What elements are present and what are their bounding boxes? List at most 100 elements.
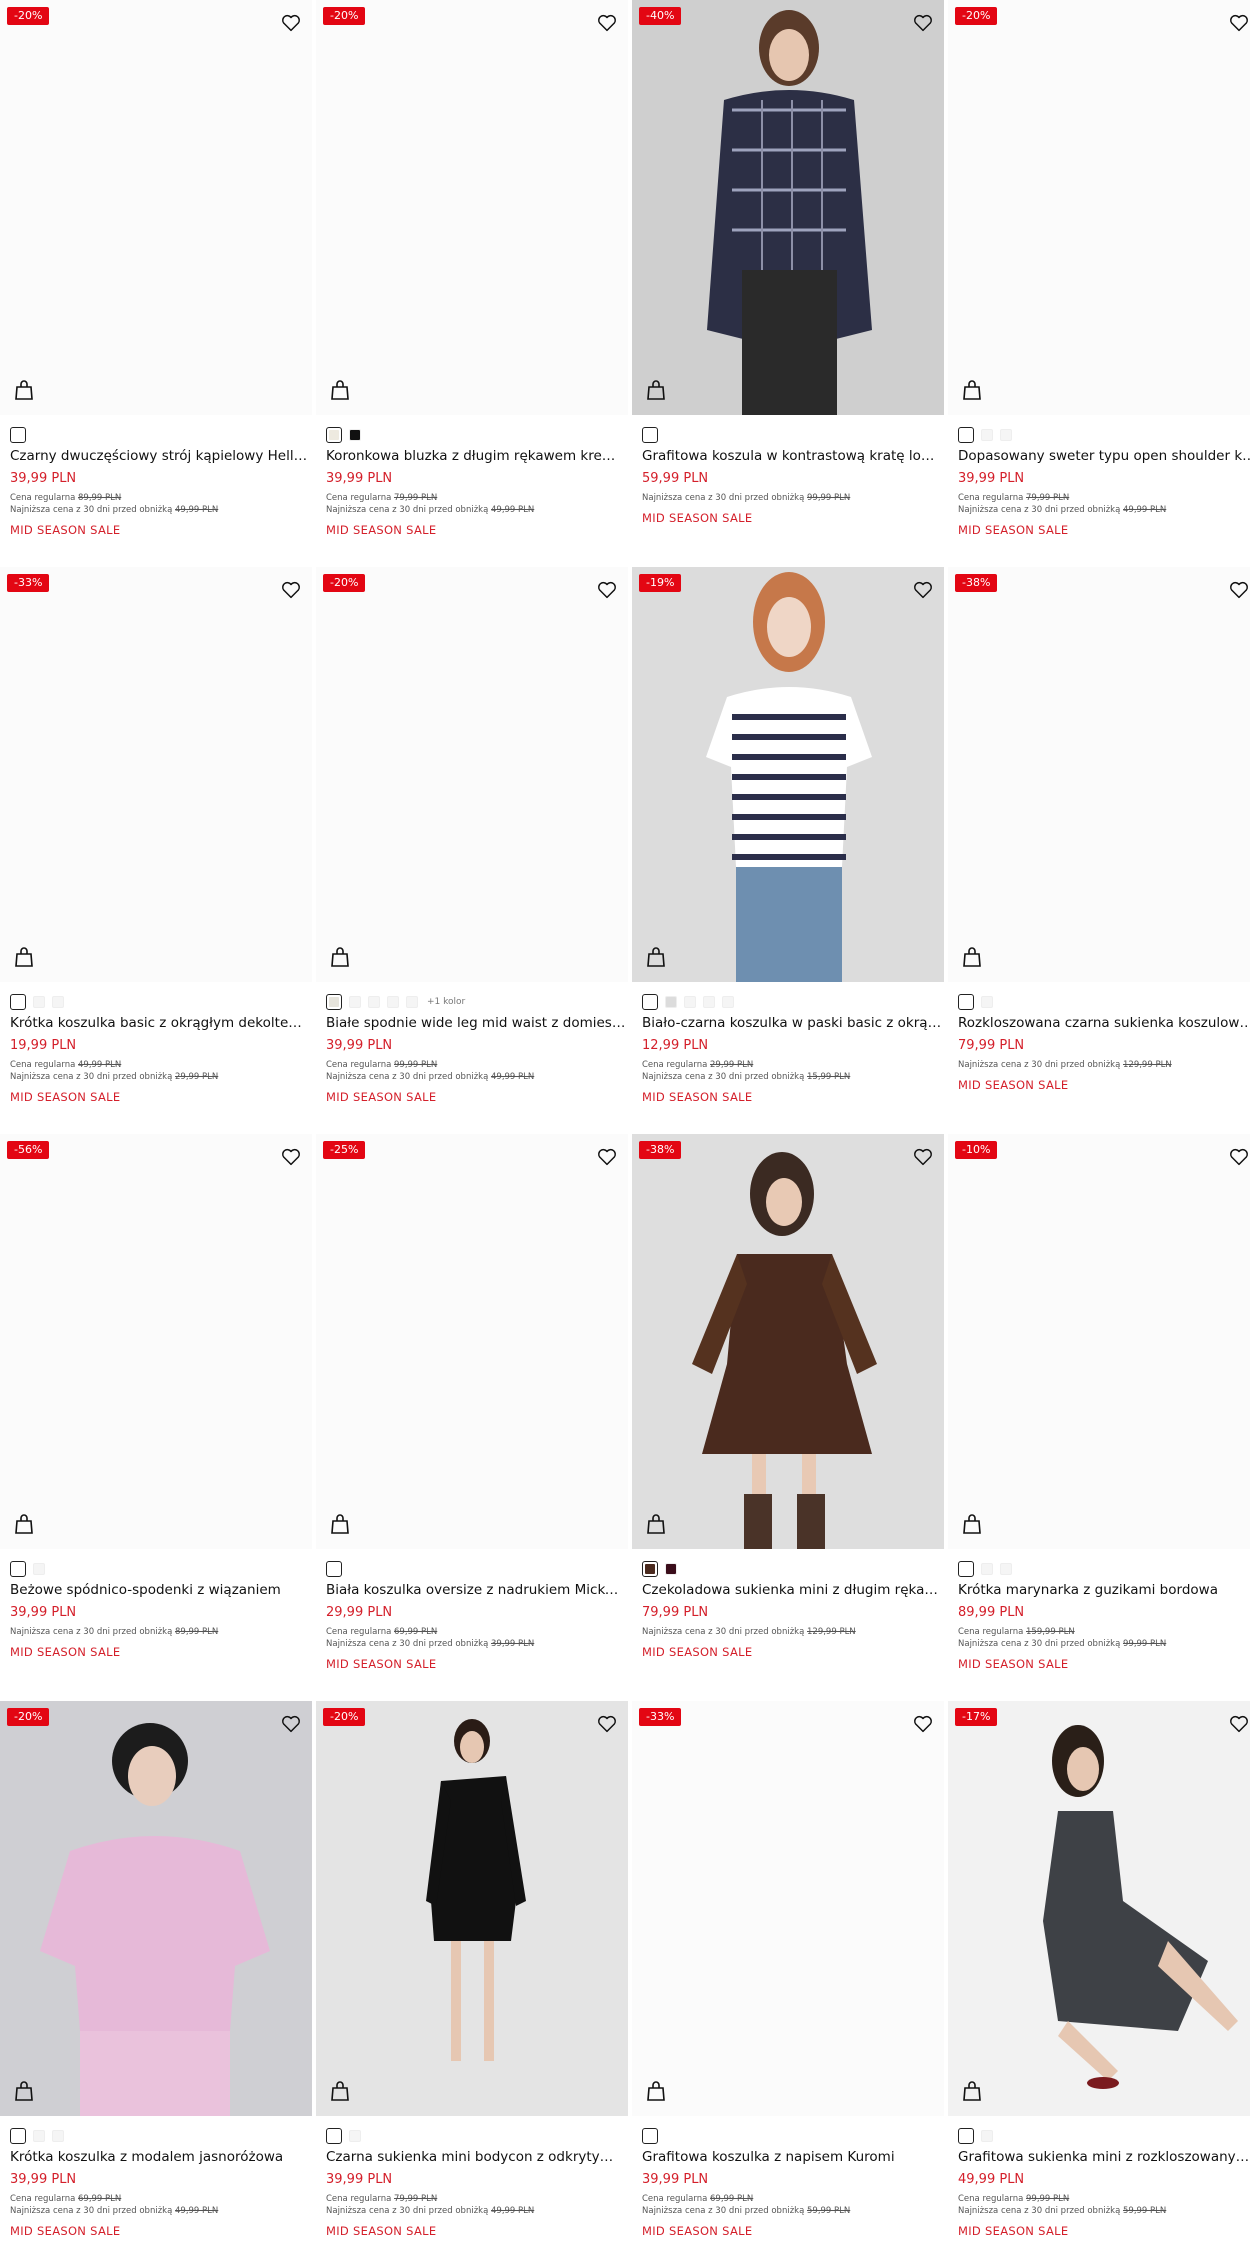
color-swatch[interactable] bbox=[52, 2130, 64, 2142]
product-card[interactable]: -56% Beżowe spódnico-spodenki z wiązanie… bbox=[0, 1134, 312, 1659]
product-image-wrapper[interactable]: -38% bbox=[632, 1134, 944, 1549]
product-image-wrapper[interactable]: -10% bbox=[948, 1134, 1250, 1549]
sale-label[interactable]: MID SEASON SALE bbox=[642, 1645, 752, 1659]
sale-label[interactable]: MID SEASON SALE bbox=[326, 523, 436, 537]
product-name[interactable]: Beżowe spódnico-spodenki z wiązaniem bbox=[10, 1582, 310, 1598]
product-image-wrapper[interactable]: -20% bbox=[0, 1701, 312, 2116]
color-swatch[interactable] bbox=[703, 996, 715, 1008]
heart-icon[interactable] bbox=[1228, 579, 1250, 601]
color-swatch[interactable] bbox=[981, 996, 993, 1008]
product-name[interactable]: Rozkloszowana czarna sukienka koszulowa … bbox=[958, 1015, 1250, 1031]
color-swatch[interactable] bbox=[1000, 1563, 1012, 1575]
color-swatch-selected[interactable] bbox=[10, 427, 26, 443]
product-name[interactable]: Czekoladowa sukienka mini z długim rękaw… bbox=[642, 1582, 942, 1598]
shopping-bag-icon[interactable] bbox=[330, 946, 350, 968]
color-swatch[interactable] bbox=[1000, 429, 1012, 441]
color-swatch[interactable] bbox=[406, 996, 418, 1008]
product-name[interactable]: Grafitowa koszulka z napisem Kuromi bbox=[642, 2149, 942, 2165]
color-swatch[interactable] bbox=[349, 429, 361, 441]
color-swatch-selected[interactable] bbox=[642, 427, 658, 443]
shopping-bag-icon[interactable] bbox=[646, 946, 666, 968]
color-swatch[interactable] bbox=[722, 996, 734, 1008]
sale-label[interactable]: MID SEASON SALE bbox=[958, 1657, 1068, 1671]
product-image-wrapper[interactable]: -33% bbox=[632, 1701, 944, 2116]
product-name[interactable]: Czarna sukienka mini bodycon z odkrytym … bbox=[326, 2149, 626, 2165]
product-card[interactable]: -20% Czarna sukienka mini bodycon z odkr… bbox=[316, 1701, 628, 2238]
product-card[interactable]: -20% +1 kolor Białe spodnie wide leg mid… bbox=[316, 567, 628, 1104]
heart-icon[interactable] bbox=[596, 579, 618, 601]
shopping-bag-icon[interactable] bbox=[330, 2080, 350, 2102]
sale-label[interactable]: MID SEASON SALE bbox=[642, 511, 752, 525]
product-image-wrapper[interactable]: -38% bbox=[948, 567, 1250, 982]
heart-icon[interactable] bbox=[280, 579, 302, 601]
heart-icon[interactable] bbox=[1228, 1713, 1250, 1735]
sale-label[interactable]: MID SEASON SALE bbox=[326, 1657, 436, 1671]
product-name[interactable]: Dopasowany sweter typu open shoulder kre… bbox=[958, 448, 1250, 464]
product-image[interactable] bbox=[948, 1701, 1250, 2116]
product-name[interactable]: Krótka koszulka basic z okrągłym dekolte… bbox=[10, 1015, 310, 1031]
shopping-bag-icon[interactable] bbox=[14, 379, 34, 401]
color-swatch[interactable] bbox=[981, 2130, 993, 2142]
color-swatch[interactable] bbox=[665, 996, 677, 1008]
color-swatch-selected[interactable] bbox=[958, 427, 974, 443]
sale-label[interactable]: MID SEASON SALE bbox=[642, 1090, 752, 1104]
product-image[interactable] bbox=[632, 1701, 944, 2116]
product-image[interactable] bbox=[948, 0, 1250, 415]
product-card[interactable]: -38% Rozkloszowana czarna sukienka koszu… bbox=[948, 567, 1250, 1092]
product-image[interactable] bbox=[0, 0, 312, 415]
color-swatch[interactable] bbox=[981, 429, 993, 441]
product-name[interactable]: Krótka koszulka z modalem jasnoróżowa bbox=[10, 2149, 310, 2165]
sale-label[interactable]: MID SEASON SALE bbox=[10, 523, 120, 537]
shopping-bag-icon[interactable] bbox=[14, 946, 34, 968]
color-swatch[interactable] bbox=[33, 2130, 45, 2142]
heart-icon[interactable] bbox=[912, 12, 934, 34]
product-image-wrapper[interactable]: -20% bbox=[948, 0, 1250, 415]
product-name[interactable]: Koronkowa bluzka z długim rękawem kremow… bbox=[326, 448, 626, 464]
product-image[interactable] bbox=[316, 1134, 628, 1549]
color-swatch[interactable] bbox=[33, 996, 45, 1008]
product-image-wrapper[interactable]: -40% bbox=[632, 0, 944, 415]
product-image-wrapper[interactable]: -20% bbox=[316, 567, 628, 982]
shopping-bag-icon[interactable] bbox=[962, 2080, 982, 2102]
product-image-wrapper[interactable]: -19% bbox=[632, 567, 944, 982]
color-swatch[interactable] bbox=[33, 1563, 45, 1575]
sale-label[interactable]: MID SEASON SALE bbox=[958, 523, 1068, 537]
product-image-wrapper[interactable]: -25% bbox=[316, 1134, 628, 1549]
color-swatch[interactable] bbox=[349, 996, 361, 1008]
product-image[interactable] bbox=[632, 1134, 944, 1549]
heart-icon[interactable] bbox=[912, 579, 934, 601]
product-card[interactable]: -20% Dopasowany sweter typu open shoulde… bbox=[948, 0, 1250, 537]
color-swatch[interactable] bbox=[52, 996, 64, 1008]
shopping-bag-icon[interactable] bbox=[330, 1513, 350, 1535]
shopping-bag-icon[interactable] bbox=[962, 379, 982, 401]
heart-icon[interactable] bbox=[912, 1713, 934, 1735]
shopping-bag-icon[interactable] bbox=[962, 946, 982, 968]
color-swatch[interactable] bbox=[349, 2130, 361, 2142]
color-swatch-selected[interactable] bbox=[326, 1561, 342, 1577]
heart-icon[interactable] bbox=[596, 1146, 618, 1168]
product-name[interactable]: Białe spodnie wide leg mid waist z domie… bbox=[326, 1015, 626, 1031]
color-swatch-selected[interactable] bbox=[326, 2128, 342, 2144]
product-card[interactable]: -20% Koronkowa bluzka z długim rękawem k… bbox=[316, 0, 628, 537]
product-image[interactable] bbox=[316, 567, 628, 982]
product-card[interactable]: -20% Czarny dwuczęściowy strój kąpielowy… bbox=[0, 0, 312, 537]
color-swatch-selected[interactable] bbox=[326, 427, 342, 443]
product-image[interactable] bbox=[0, 1134, 312, 1549]
product-name[interactable]: Biało-czarna koszulka w paski basic z ok… bbox=[642, 1015, 942, 1031]
heart-icon[interactable] bbox=[912, 1146, 934, 1168]
product-card[interactable]: -25% Biała koszulka oversize z nadrukiem… bbox=[316, 1134, 628, 1671]
product-image[interactable] bbox=[0, 567, 312, 982]
product-card[interactable]: -20% Krótka koszulka z modalem jasnoróżo… bbox=[0, 1701, 312, 2238]
product-name[interactable]: Krótka marynarka z guzikami bordowa bbox=[958, 1582, 1250, 1598]
product-card[interactable]: -17% Grafitowa sukienka mini z rozkloszo… bbox=[948, 1701, 1250, 2238]
sale-label[interactable]: MID SEASON SALE bbox=[10, 1090, 120, 1104]
product-name[interactable]: Biała koszulka oversize z nadrukiem Mick… bbox=[326, 1582, 626, 1598]
product-image[interactable] bbox=[948, 1134, 1250, 1549]
color-swatch-selected[interactable] bbox=[958, 994, 974, 1010]
shopping-bag-icon[interactable] bbox=[962, 1513, 982, 1535]
color-swatch-selected[interactable] bbox=[958, 1561, 974, 1577]
sale-label[interactable]: MID SEASON SALE bbox=[958, 2224, 1068, 2238]
color-swatch-selected[interactable] bbox=[326, 994, 342, 1010]
product-name[interactable]: Grafitowa koszula w kontrastową kratę lo… bbox=[642, 448, 942, 464]
product-card[interactable]: -19% Biało-czarna koszulka w paski basic… bbox=[632, 567, 944, 1104]
